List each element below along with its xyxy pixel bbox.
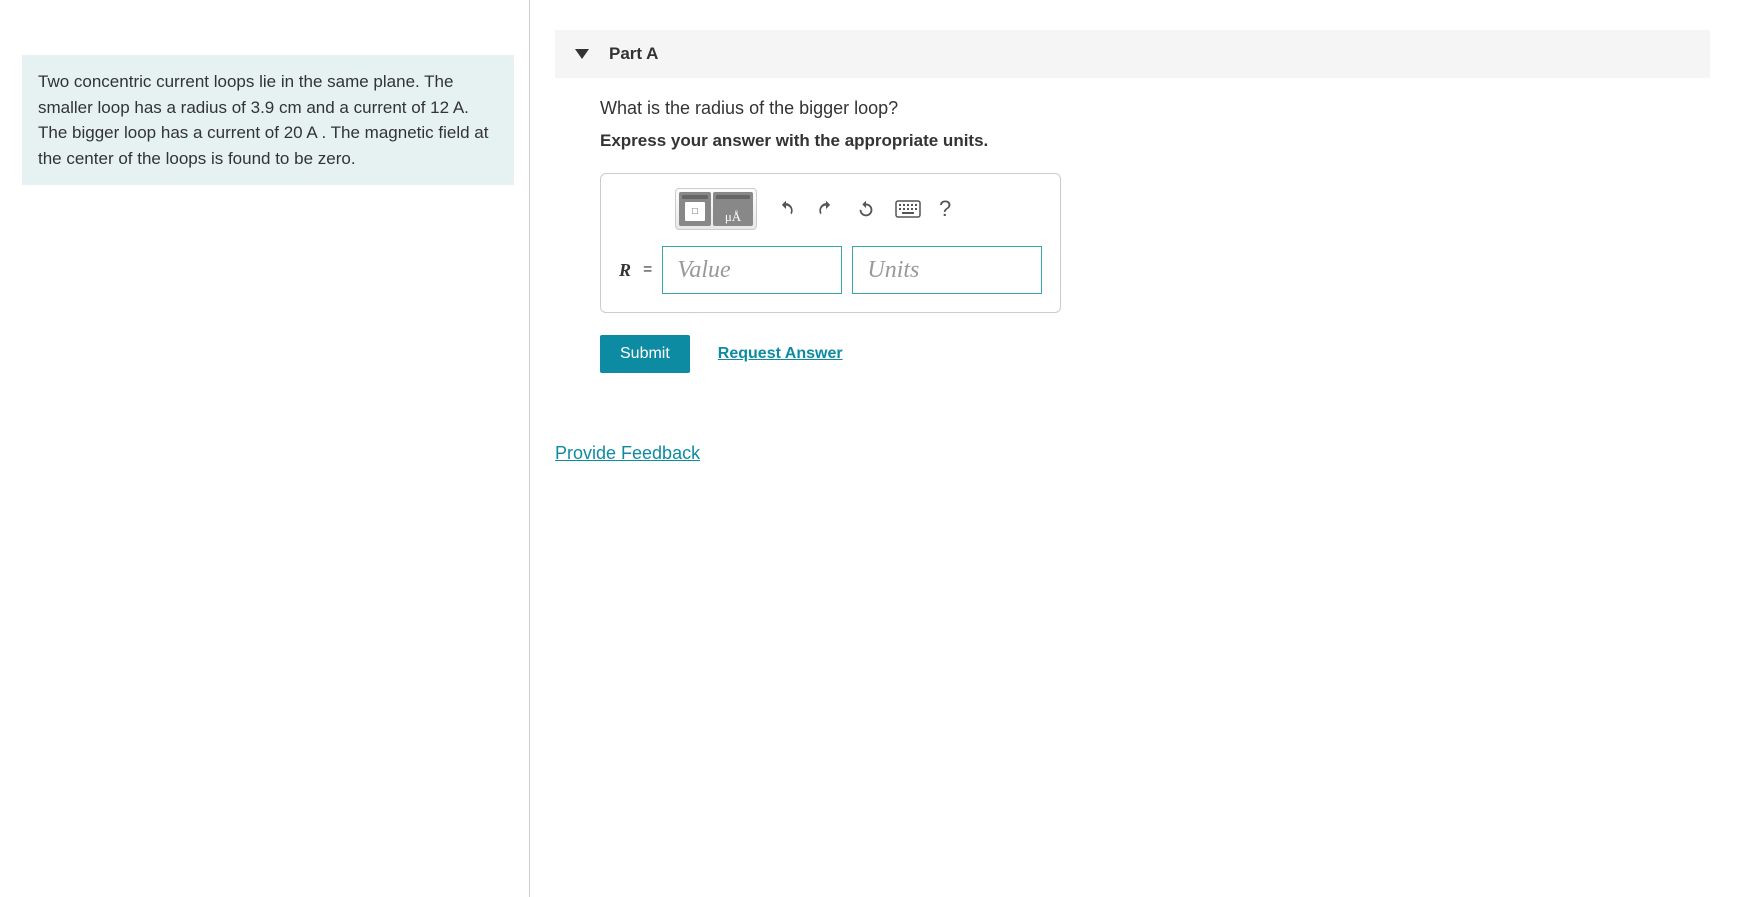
keyboard-button[interactable] (895, 200, 921, 218)
undo-icon (775, 199, 797, 219)
problem-statement: Two concentric current loops lie in the … (22, 55, 514, 185)
reset-icon (855, 198, 877, 220)
help-button[interactable]: ? (939, 196, 951, 222)
undo-button[interactable] (775, 199, 797, 219)
provide-feedback-link[interactable]: Provide Feedback (555, 443, 700, 464)
equals-sign: = (643, 261, 652, 279)
answer-area: □ μÅ (600, 173, 1061, 313)
collapse-icon (575, 49, 589, 59)
part-title: Part A (609, 44, 658, 64)
value-input[interactable] (662, 246, 842, 294)
part-header[interactable]: Part A (555, 30, 1710, 78)
toolbar: □ μÅ (675, 188, 1042, 230)
symbols-button[interactable]: μÅ (713, 192, 753, 226)
templates-icon: □ (685, 202, 705, 221)
instruction-text: Express your answer with the appropriate… (600, 131, 1710, 151)
redo-icon (815, 199, 837, 219)
templates-button[interactable]: □ (679, 192, 711, 226)
request-answer-link[interactable]: Request Answer (718, 345, 843, 363)
redo-button[interactable] (815, 199, 837, 219)
keyboard-icon (895, 200, 921, 218)
submit-button[interactable]: Submit (600, 335, 690, 373)
units-input[interactable] (852, 246, 1042, 294)
reset-button[interactable] (855, 198, 877, 220)
variable-label: R (619, 260, 631, 281)
symbols-icon: μÅ (725, 209, 741, 225)
question-text: What is the radius of the bigger loop? (600, 98, 1710, 119)
